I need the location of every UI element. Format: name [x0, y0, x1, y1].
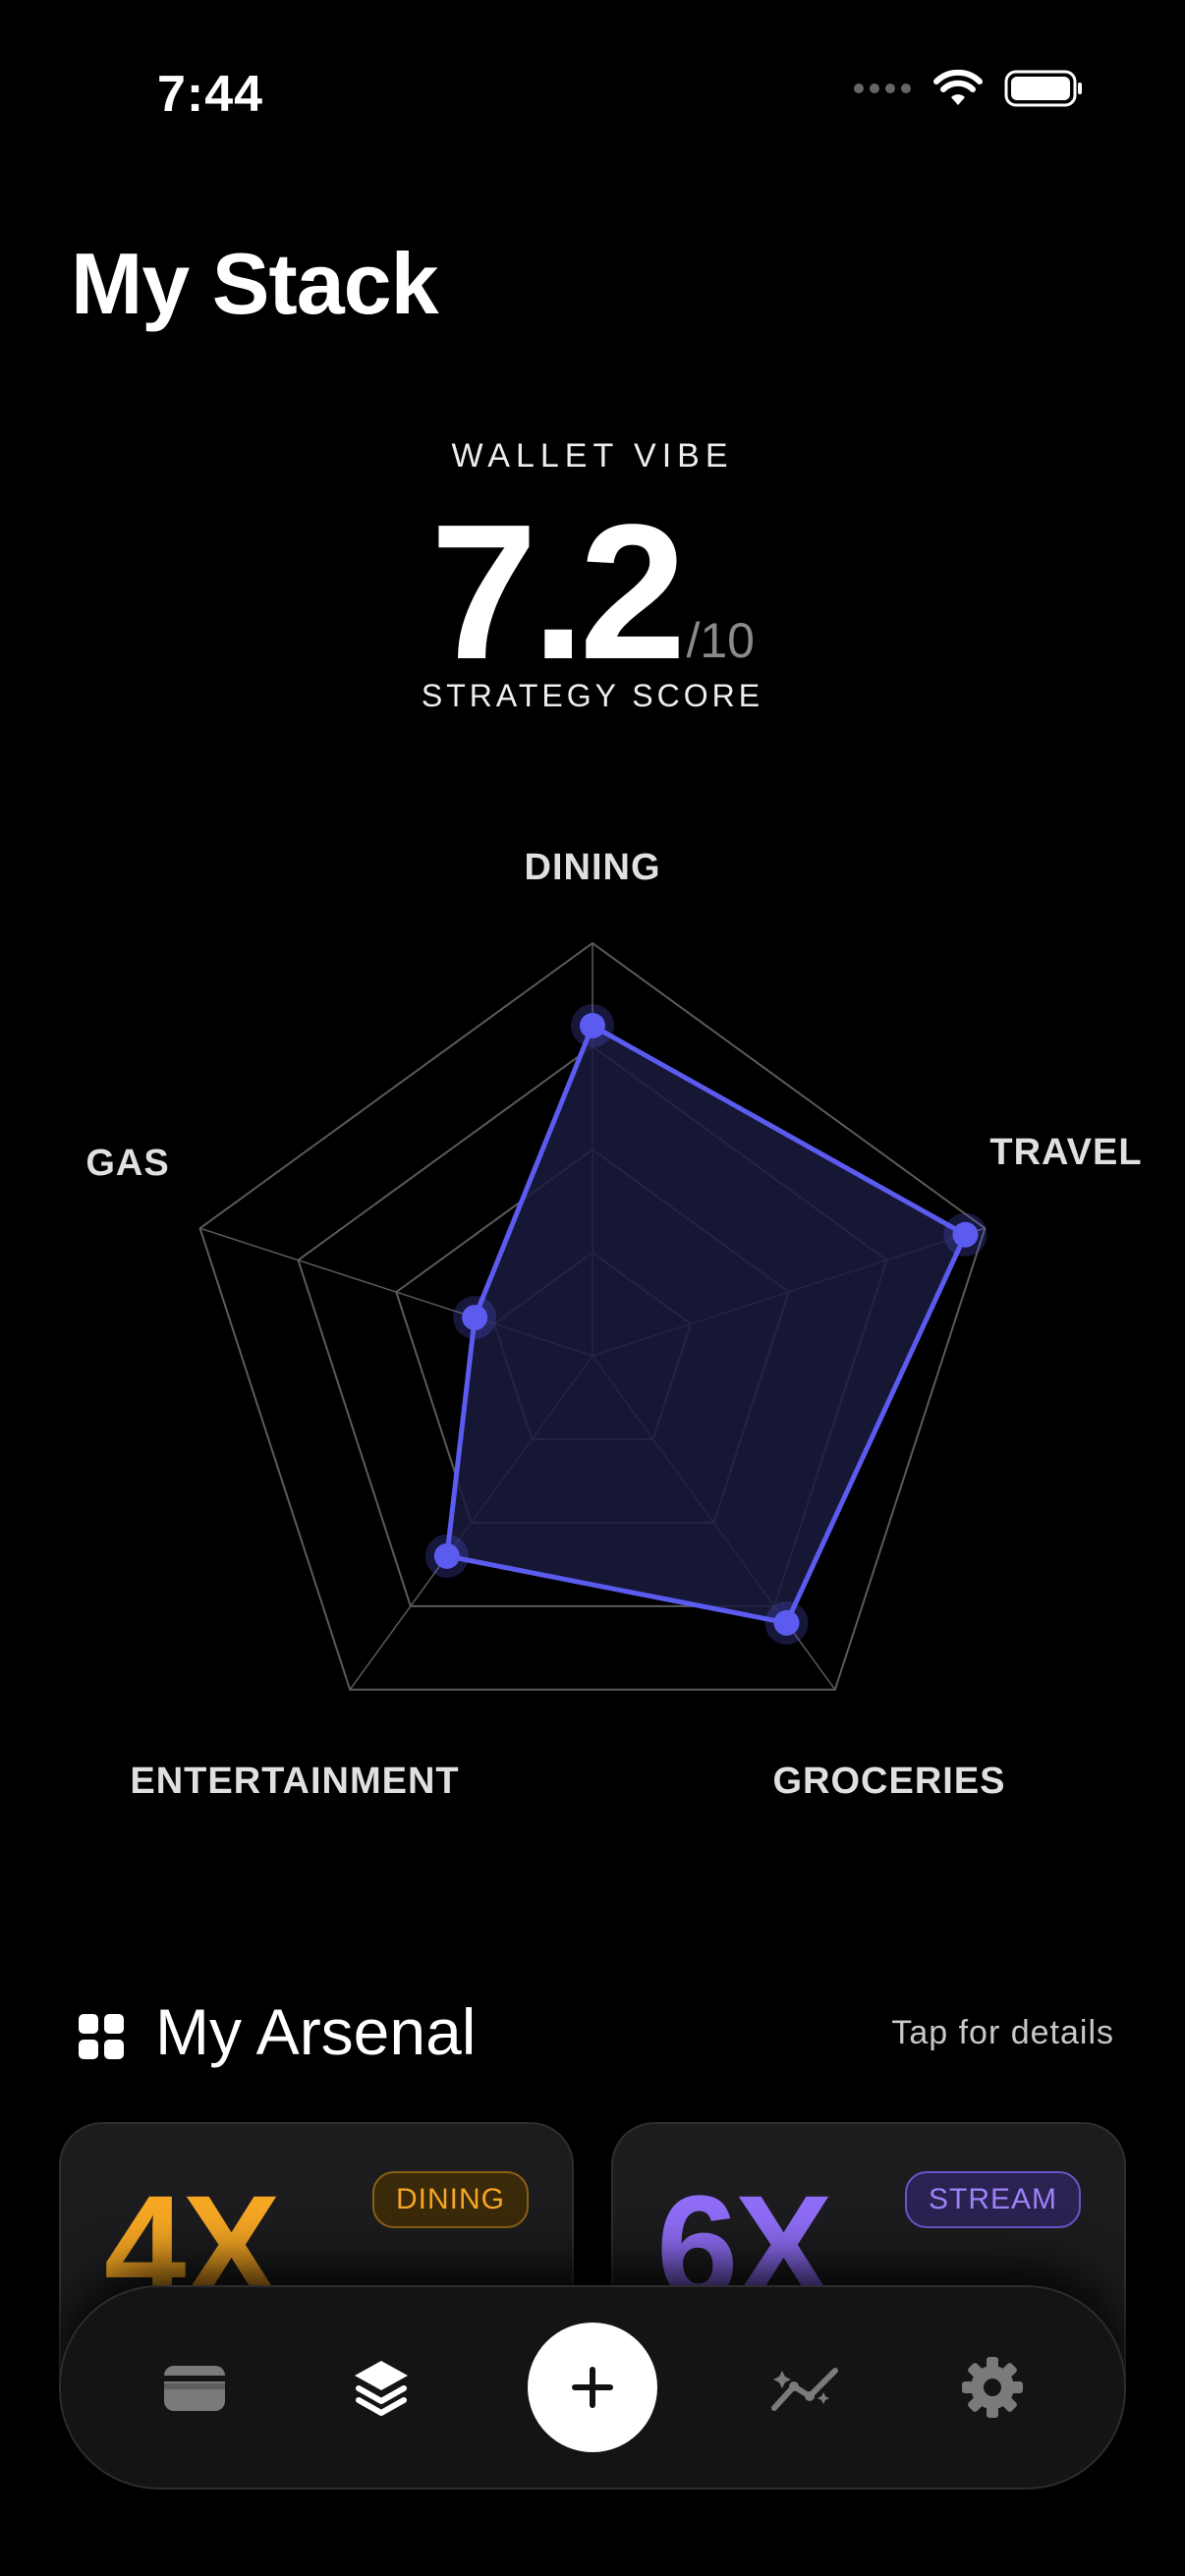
radar-axis-label: TRAVEL [989, 1132, 1142, 1173]
radar-series-polygon [444, 1023, 968, 1626]
gear-icon [962, 2357, 1023, 2418]
radar-axis-label: GAS [85, 1143, 169, 1184]
trend-icon [771, 2368, 838, 2411]
nav-wallet[interactable] [162, 2362, 227, 2413]
nav-settings[interactable] [960, 2355, 1025, 2420]
score-max: /10 [686, 613, 755, 668]
status-time: 7:44 [157, 66, 264, 123]
add-card-button[interactable] [528, 2323, 657, 2452]
category-badge: DINING [372, 2171, 529, 2228]
radar-series [424, 1004, 988, 1645]
radar-axis-label: ENTERTAINMENT [130, 1761, 459, 1802]
radar-point [580, 1013, 605, 1038]
status-icons [853, 69, 1083, 108]
nav-stack[interactable] [351, 2357, 412, 2418]
radar-point [462, 1305, 488, 1331]
plus-icon [572, 2367, 613, 2408]
category-badge: STREAM [904, 2171, 1081, 2228]
radar-chart: DINING TRAVEL GROCERIES ENTERTAINMENT GAS [85, 847, 1142, 1802]
score-label: WALLET VIBE [451, 437, 734, 475]
radar-point [773, 1609, 800, 1636]
score-caption: STRATEGY SCORE [421, 678, 764, 713]
radar-point [952, 1221, 979, 1248]
battery-icon [1004, 70, 1082, 107]
layers-icon [355, 2361, 408, 2416]
section-title: My Arsenal [155, 1995, 477, 2068]
grid-icon [79, 2014, 124, 2059]
tap-for-details-link[interactable]: Tap for details [891, 2014, 1114, 2052]
bottom-nav [59, 2285, 1126, 2490]
score-value: 7.2 [430, 484, 686, 700]
page-title: My Stack [71, 235, 439, 332]
wallet-icon [164, 2366, 225, 2411]
score-display: 7.2 /10 [0, 496, 1185, 689]
nav-insights[interactable] [768, 2361, 843, 2414]
radar-axis-label: DINING [525, 847, 661, 888]
radar-axis-label: GROCERIES [772, 1761, 1005, 1802]
radar-point [433, 1542, 460, 1569]
signal-icon [854, 84, 911, 93]
wifi-icon [933, 70, 983, 105]
